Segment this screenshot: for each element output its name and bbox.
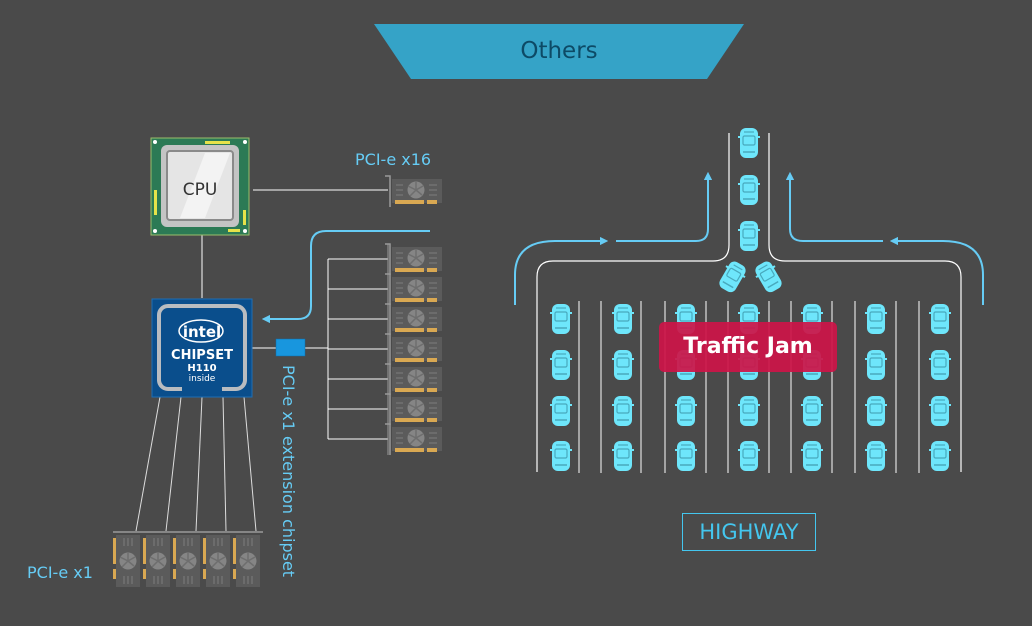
- extension-gpu-stack: [384, 243, 443, 456]
- chipset-x1-line: [135, 396, 161, 532]
- page-title: Others: [520, 38, 598, 64]
- flow-arrow-left-exit: [616, 171, 713, 242]
- flow-arrow-right-merge: [889, 236, 984, 305]
- extension-chipset-label: PCI-e x1 extension chipset: [279, 365, 298, 578]
- chipset-x1-line: [195, 396, 203, 532]
- chipset-gpu-row: [112, 531, 264, 588]
- car-grid: [549, 127, 952, 472]
- car: [928, 349, 952, 381]
- highway-label: HIGHWAY: [682, 513, 816, 551]
- car-merging: [750, 257, 787, 297]
- intel-logo-text: intel: [183, 323, 221, 341]
- car: [549, 395, 573, 427]
- extension-gpu: [384, 363, 443, 396]
- car: [674, 440, 698, 472]
- chipset-gpu: [142, 531, 174, 588]
- extension-gpu: [384, 333, 443, 366]
- car: [737, 395, 761, 427]
- chipset-x1-line: [243, 396, 257, 532]
- traffic-jam-badge: Traffic Jam: [659, 322, 837, 372]
- chipset-x1-line: [222, 396, 227, 532]
- extension-chip: [275, 338, 306, 357]
- chipset-gpu: [232, 531, 264, 588]
- extension-gpu: [384, 423, 443, 456]
- car: [737, 440, 761, 472]
- chipset-gpu: [172, 531, 204, 588]
- gpu-x16: [384, 175, 443, 208]
- car: [611, 349, 635, 381]
- car: [611, 303, 635, 335]
- car-exit-lane: [737, 220, 761, 252]
- car: [864, 440, 888, 472]
- car-exit-lane: [737, 174, 761, 206]
- car: [800, 395, 824, 427]
- car-merging: [714, 257, 751, 297]
- car: [549, 349, 573, 381]
- chipset-x1-lines: [135, 396, 257, 532]
- pcie-x1-label: PCI-e x1: [27, 563, 93, 582]
- car: [928, 303, 952, 335]
- chipset-label: CHIPSET: [171, 348, 233, 363]
- car: [549, 303, 573, 335]
- car: [549, 440, 573, 472]
- diagram-canvas: CPU intel CHIPSET H110 inside: [112, 24, 984, 588]
- cpu-label: CPU: [183, 180, 218, 200]
- chipset-gpu: [202, 531, 234, 588]
- car: [864, 303, 888, 335]
- car-exit-lane: [737, 127, 761, 159]
- chipset-model: H110: [187, 363, 216, 374]
- car: [800, 440, 824, 472]
- flow-arrow-right-exit: [785, 171, 883, 242]
- car: [928, 395, 952, 427]
- car: [611, 440, 635, 472]
- car: [864, 349, 888, 381]
- extension-bus: [327, 244, 389, 455]
- extension-gpu: [384, 273, 443, 306]
- car: [864, 395, 888, 427]
- pcie-x16-label: PCI-e x16: [355, 150, 432, 169]
- chipset-gpu: [112, 531, 144, 588]
- chipset-x1-line: [165, 396, 182, 532]
- car: [928, 440, 952, 472]
- car: [611, 395, 635, 427]
- car: [674, 395, 698, 427]
- flow-arrow-left-merge: [514, 236, 609, 305]
- extension-gpu: [384, 243, 443, 276]
- chipset-inside: inside: [189, 374, 216, 384]
- extension-gpu: [384, 303, 443, 336]
- extension-gpu: [384, 393, 443, 426]
- return-arrow: [261, 230, 430, 324]
